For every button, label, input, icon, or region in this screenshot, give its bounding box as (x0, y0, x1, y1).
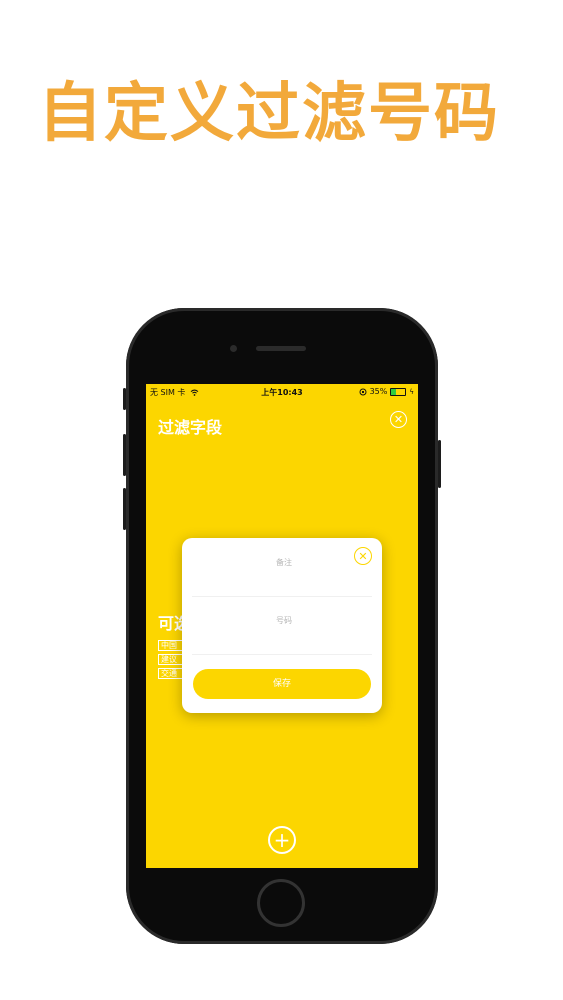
close-icon[interactable]: ✕ (390, 411, 407, 428)
volume-down-button (123, 488, 126, 530)
status-bar: 无 SIM 卡 上午10:43 35% ϟ (146, 384, 418, 398)
battery-icon (390, 387, 407, 396)
volume-up-button (123, 434, 126, 476)
screen-title: 过滤字段 (158, 418, 223, 437)
status-right: 35% ϟ (359, 387, 414, 396)
note-input[interactable] (192, 550, 376, 574)
field-divider (192, 596, 372, 597)
plus-icon: + (273, 828, 291, 852)
battery-level (391, 388, 397, 395)
charging-icon: ϟ (409, 387, 414, 396)
power-button (438, 440, 441, 488)
home-button[interactable] (257, 879, 305, 927)
promo-headline: 自定义过滤号码 (38, 77, 500, 151)
number-input[interactable] (192, 608, 376, 632)
battery-percent: 35% (369, 387, 388, 396)
add-filter-button[interactable]: + (268, 826, 296, 854)
orientation-lock-icon (359, 388, 367, 395)
add-filter-dialog: ✕ 保存 (182, 538, 382, 713)
save-button[interactable]: 保存 (193, 669, 371, 699)
mute-switch (123, 388, 126, 410)
front-camera (230, 345, 237, 352)
earpiece-speaker (256, 346, 306, 351)
field-divider (192, 654, 372, 655)
